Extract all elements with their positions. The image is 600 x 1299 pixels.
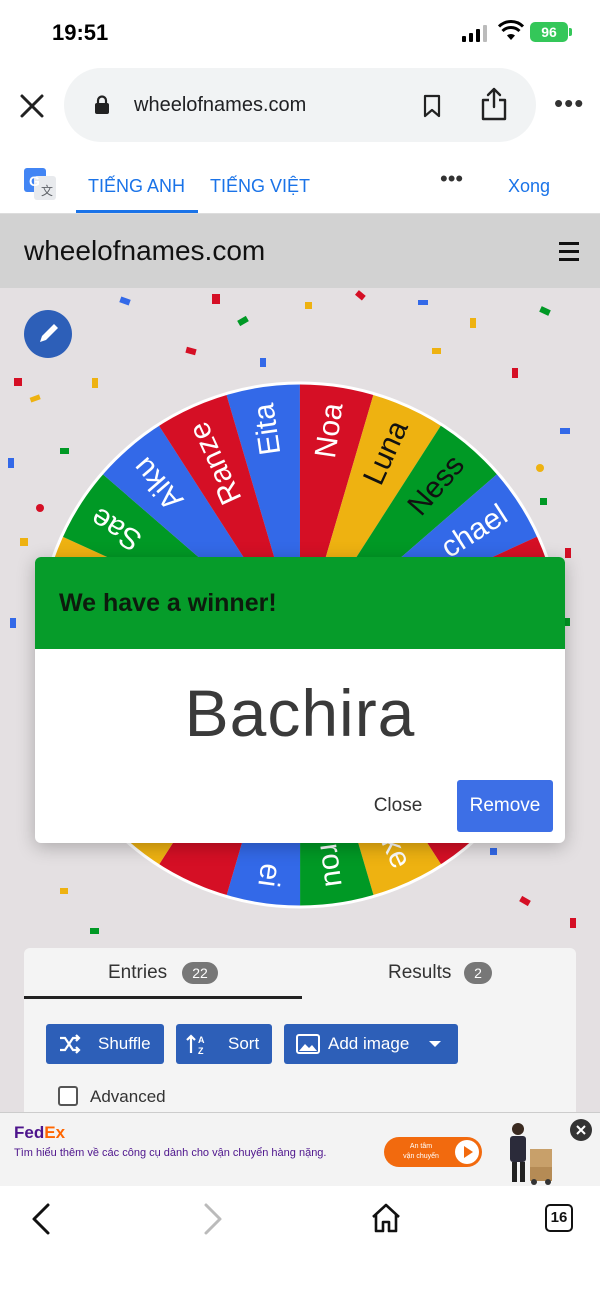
- add-image-button[interactable]: Add image: [284, 1024, 458, 1064]
- tabs-count-button[interactable]: 16: [545, 1204, 573, 1232]
- url-text[interactable]: wheelofnames.com: [134, 94, 306, 117]
- site-title[interactable]: wheelofnames.com: [24, 235, 265, 267]
- address-bar[interactable]: wheelofnames.com: [64, 68, 536, 142]
- share-icon[interactable]: [480, 87, 508, 121]
- site-header: wheelofnames.com: [0, 214, 600, 288]
- entries-panel: Entries 22 Results 2 Shuffle A Z Sort Ad…: [24, 948, 576, 1112]
- tab-source-language[interactable]: TIẾNG ANH: [88, 176, 185, 197]
- translate-bar: G 文 TIẾNG ANH TIẾNG VIỆT ••• Xong: [0, 148, 600, 214]
- add-image-label: Add image: [328, 1034, 410, 1053]
- winner-name: Bachira: [184, 676, 416, 750]
- fedex-logo-part1: Fed: [14, 1123, 45, 1142]
- battery-indicator: 96: [530, 22, 572, 42]
- active-tab-indicator: [76, 210, 198, 213]
- browser-bottom-nav: 16: [0, 1186, 600, 1299]
- wheel-name-label: rou: [313, 841, 352, 889]
- sort-label: Sort: [228, 1034, 260, 1053]
- sort-icon: A Z: [186, 1034, 205, 1055]
- entries-count-badge: 22: [182, 962, 218, 984]
- ad-cta-line2: vận chuyển: [403, 1153, 439, 1160]
- dialog-title: We have a winner!: [59, 589, 277, 617]
- ad-close-icon[interactable]: [570, 1119, 592, 1141]
- done-button[interactable]: Xong: [508, 176, 550, 197]
- tab-target-language[interactable]: TIẾNG VIỆT: [210, 176, 310, 197]
- google-translate-icon[interactable]: G 文: [24, 168, 56, 200]
- fedex-logo: FedEx: [14, 1123, 65, 1143]
- close-icon[interactable]: [18, 92, 46, 120]
- tab-entries[interactable]: Entries: [108, 962, 167, 984]
- tab-results[interactable]: Results: [388, 962, 451, 984]
- ad-cta-line1: An tâm: [409, 1143, 433, 1150]
- fedex-logo-part2: Ex: [44, 1123, 66, 1142]
- results-count-badge: 2: [464, 962, 492, 984]
- edit-button[interactable]: [24, 310, 72, 358]
- image-icon: [296, 1034, 320, 1054]
- ad-banner[interactable]: FedEx Tìm hiểu thêm về các công cụ dành …: [0, 1112, 600, 1186]
- wheel-name-label: ei: [251, 861, 287, 889]
- lock-icon: [95, 95, 109, 114]
- svg-text:文: 文: [41, 183, 53, 198]
- status-bar: 19:51 96: [0, 0, 600, 64]
- svg-text:Z: Z: [198, 1046, 204, 1055]
- sort-button[interactable]: A Z Sort: [176, 1024, 272, 1064]
- wifi-icon: [498, 20, 524, 40]
- play-icon: [455, 1140, 479, 1164]
- bookmark-icon[interactable]: [422, 94, 442, 118]
- delivery-person-image: [510, 1123, 552, 1185]
- browser-toolbar: wheelofnames.com •••: [0, 64, 600, 148]
- svg-text:G: G: [29, 173, 40, 189]
- pencil-icon: [40, 324, 58, 342]
- active-tab-underline: [24, 996, 302, 999]
- forward-arrow-icon[interactable]: [202, 1202, 224, 1236]
- shuffle-icon: [60, 1034, 81, 1054]
- ad-text: Tìm hiểu thêm về các công cụ dành cho vậ…: [14, 1147, 327, 1159]
- back-arrow-icon[interactable]: [30, 1202, 52, 1236]
- shuffle-button[interactable]: Shuffle: [46, 1024, 164, 1064]
- ad-cta-button[interactable]: An tâm vận chuyển: [384, 1137, 482, 1167]
- hamburger-menu-icon[interactable]: [559, 242, 579, 266]
- advanced-checkbox[interactable]: [58, 1086, 78, 1106]
- svg-text:A: A: [198, 1035, 205, 1045]
- dialog-header: We have a winner!: [35, 557, 565, 649]
- more-options-icon[interactable]: •••: [440, 168, 463, 190]
- cellular-signal-icon: [462, 24, 487, 42]
- shuffle-label: Shuffle: [98, 1034, 151, 1053]
- more-horizontal-icon[interactable]: •••: [554, 90, 584, 116]
- status-time: 19:51: [52, 20, 109, 45]
- close-button[interactable]: Close: [353, 781, 443, 831]
- chevron-down-icon: [429, 1041, 441, 1047]
- home-icon[interactable]: [370, 1202, 402, 1234]
- winner-dialog: We have a winner! Bachira Close Remove: [35, 557, 565, 843]
- remove-button[interactable]: Remove: [457, 780, 553, 832]
- battery-level: 96: [541, 24, 557, 40]
- advanced-label: Advanced: [90, 1087, 166, 1106]
